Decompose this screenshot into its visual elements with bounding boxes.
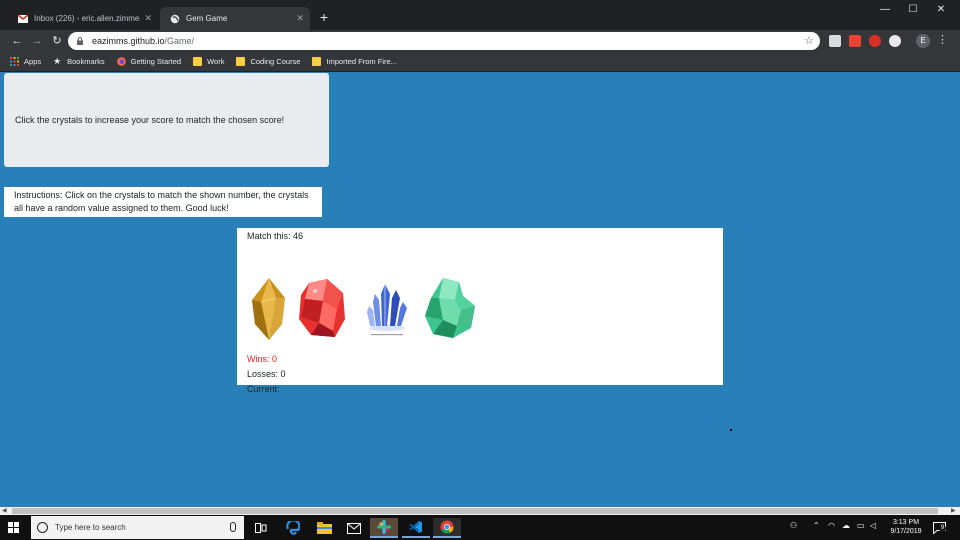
bookmark-getting-started[interactable]: Getting Started [116,57,182,66]
horizontal-scrollbar[interactable]: ◀ ▶ [0,507,960,515]
bookmark-label: Apps [24,57,42,66]
green-crystal[interactable] [423,276,477,340]
taskbar: Type here to search ⚇ ⌃ ◠ ☁ ▭ ◁ 3:13 PM … [0,515,960,540]
vscode-icon[interactable] [402,518,430,538]
page-content: Click the crystals to increase your scor… [0,72,960,507]
extension-icon[interactable] [829,35,841,47]
bookmark-label: Imported From Fire... [326,57,397,66]
microphone-icon[interactable] [230,522,236,532]
bookmark-label: Bookmarks [67,57,105,66]
instructions-text: Instructions: Click on the crystals to m… [14,190,309,213]
windows-start-icon[interactable] [8,522,19,533]
bookmark-apps[interactable]: Apps [10,57,41,66]
minimize-button[interactable]: — [870,0,900,20]
browser-tab-strip: Inbox (226) - eric.allen.zimmerm... ✕ Ge… [0,0,960,30]
slack-icon[interactable] [370,518,398,538]
cortana-icon [37,522,48,533]
bookmarks-bar: Apps ★ Bookmarks Getting Started Work Co… [0,52,960,72]
bookmark-label: Work [207,57,225,66]
bookmark-imported[interactable]: Imported From Fire... [312,57,397,66]
extension-icon[interactable] [869,35,881,47]
bookmark-coding-course[interactable]: Coding Course [236,57,300,66]
notification-count: 9 [939,525,946,532]
extension-icon[interactable] [849,35,861,47]
firefox-icon [116,57,126,66]
instructions-box: Instructions: Click on the crystals to m… [4,187,322,217]
game-panel: Match this: 46 Wins: 0 Losses: 0 Current… [237,228,723,394]
scroll-right-icon[interactable]: ▶ [951,507,956,515]
close-icon[interactable]: ✕ [144,13,152,24]
battery-icon[interactable]: ▭ [857,521,865,530]
stray-dot [730,429,732,431]
current-score: Current: [247,384,280,394]
folder-icon [236,57,246,66]
close-window-button[interactable]: ✕ [926,0,956,20]
lock-icon [77,37,83,45]
system-clock[interactable]: 3:13 PM 9/17/2019 [884,518,928,536]
notification-center-icon[interactable]: 9 [933,521,946,535]
tab-gem-game[interactable]: Gem Game ✕ [160,7,310,30]
people-icon[interactable]: ⚇ [790,521,797,530]
bookmark-bookmarks[interactable]: ★ Bookmarks [53,56,105,67]
volume-icon[interactable]: ◁ [870,521,876,530]
scroll-left-icon[interactable]: ◀ [2,507,7,515]
banner: Click the crystals to increase your scor… [4,73,329,167]
star-icon: ★ [53,56,62,66]
network-icon[interactable]: ◠ [828,521,835,530]
folder-icon [312,57,322,66]
clock-time: 3:13 PM [892,519,920,526]
mail-icon[interactable] [340,518,368,538]
tab-inbox[interactable]: Inbox (226) - eric.allen.zimmerm... ✕ [8,7,158,30]
edge-icon[interactable] [279,518,307,538]
url-host: eazimms.github.io [92,36,165,46]
chevron-up-icon[interactable]: ⌃ [813,521,820,530]
gmail-icon [18,13,28,23]
tab-label: Inbox (226) - eric.allen.zimmerm... [34,14,140,23]
back-button[interactable]: ← [9,33,25,49]
browser-toolbar: ← → ↻ eazimms.github.io/Game/ ☆ E ⋮ [0,30,960,52]
extension-icon[interactable] [889,35,901,47]
tab-label: Gem Game [186,14,228,23]
reload-button[interactable]: ↻ [49,33,65,49]
address-bar[interactable]: eazimms.github.io/Game/ ☆ [68,32,820,50]
clock-date: 9/17/2019 [890,528,922,535]
target-score: Match this: 46 [247,231,304,241]
wins-counter: Wins: 0 [247,354,278,364]
bookmark-label: Coding Course [250,57,301,66]
crystal-row [247,242,713,352]
file-explorer-icon[interactable] [310,518,338,538]
new-tab-button[interactable]: + [316,9,332,25]
taskbar-search-input[interactable]: Type here to search [31,516,244,539]
task-view-icon[interactable] [247,518,275,538]
apps-grid-icon [10,57,19,66]
scrollbar-thumb[interactable] [12,508,938,514]
blue-crystal[interactable] [365,282,409,338]
profile-avatar[interactable]: E [916,34,930,48]
banner-text: Click the crystals to increase your scor… [15,115,285,125]
bookmark-label: Getting Started [130,57,182,66]
losses-counter: Losses: 0 [247,369,286,379]
onedrive-icon[interactable]: ☁ [842,521,850,530]
close-icon[interactable]: ✕ [296,13,304,24]
search-placeholder: Type here to search [55,523,126,532]
bookmark-star-icon[interactable]: ☆ [804,34,814,47]
gold-crystal[interactable] [249,278,289,340]
globe-icon [170,14,180,23]
red-crystal[interactable] [297,279,347,339]
bookmark-work[interactable]: Work [193,57,224,66]
menu-icon[interactable]: ⋮ [937,33,948,46]
folder-icon [193,57,203,66]
maximize-button[interactable]: ☐ [898,0,928,20]
url-path: /Game/ [164,36,195,46]
chrome-icon[interactable] [433,518,461,538]
forward-button[interactable]: → [29,33,45,49]
